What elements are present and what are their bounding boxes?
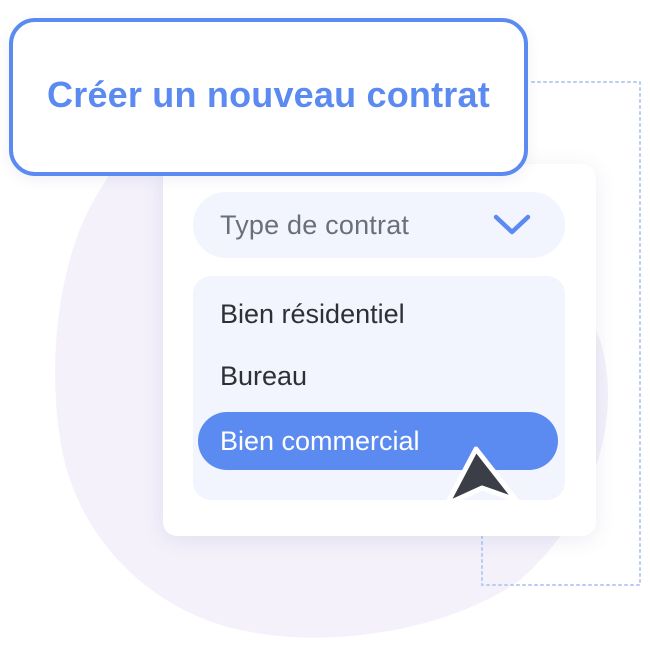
page-title: Créer un nouveau contrat xyxy=(47,74,490,115)
illustration: Type de contrat Bien résidentiel Bureau … xyxy=(0,0,650,650)
option-bureau[interactable]: Bureau xyxy=(193,348,565,404)
contract-type-select-label: Type de contrat xyxy=(220,209,410,240)
chevron-down-icon[interactable] xyxy=(491,212,533,238)
option-bien-residentiel[interactable]: Bien résidentiel xyxy=(193,286,565,342)
cursor-arrow-icon xyxy=(444,446,519,507)
contract-type-select[interactable]: Type de contrat xyxy=(193,192,565,258)
dialog-title-box: Créer un nouveau contrat xyxy=(9,18,528,176)
contract-type-dropdown-card: Type de contrat Bien résidentiel Bureau … xyxy=(163,164,596,536)
